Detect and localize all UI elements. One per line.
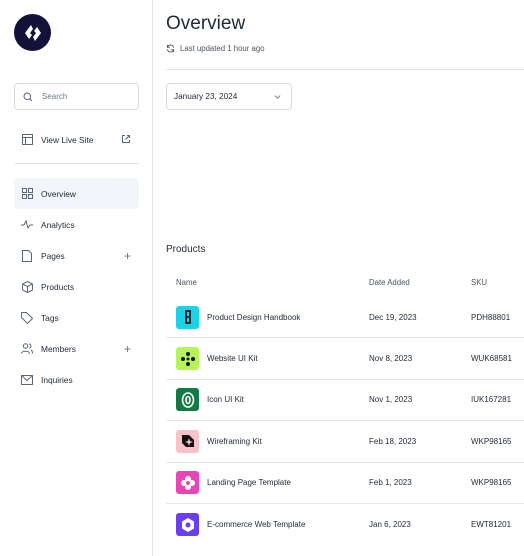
sidebar-item-label: Products (41, 281, 75, 292)
product-date-added: Jan 6, 2023 (369, 520, 411, 530)
sidebar-item-members[interactable]: Members + (14, 333, 139, 364)
table-row[interactable]: Landing Page Template Feb 1, 2023 WKP981… (166, 463, 524, 504)
view-live-site-link[interactable]: View Live Site (14, 124, 139, 155)
product-name: Product Design Handbook (207, 312, 301, 322)
file-icon (21, 249, 33, 262)
product-sku: IUK167281 (471, 395, 512, 405)
product-date-added: Dec 19, 2023 (369, 312, 417, 322)
product-name: Icon UI Kit (207, 395, 244, 405)
users-icon (21, 343, 33, 355)
sidebar-item-label: Pages (41, 250, 65, 261)
view-live-site-label: View Live Site (41, 134, 94, 145)
page-title: Overview (166, 13, 246, 34)
tag-icon (21, 311, 33, 324)
last-updated-text: Last updated 1 hour ago (180, 44, 265, 53)
table-row[interactable]: Icon UI Kit Nov 1, 2023 IUK167281 (166, 380, 524, 422)
external-link-icon[interactable] (121, 134, 131, 146)
products-title: Products (166, 244, 206, 255)
box-icon (21, 280, 33, 293)
product-name: E-commerce Web Template (207, 520, 306, 530)
sidebar-item-tags[interactable]: Tags (14, 302, 139, 333)
table-row[interactable]: Wireframing Kit Feb 18, 2023 WKP98165 (166, 421, 524, 463)
product-thumbnail-icon (176, 347, 199, 371)
search-placeholder: Search (42, 92, 68, 101)
sidebar-item-inquiries[interactable]: Inquiries (14, 364, 139, 395)
sidebar-item-label: Members (41, 343, 76, 354)
chevron-down-icon (274, 95, 281, 99)
sidebar-item-pages[interactable]: Pages + (14, 240, 139, 271)
add-members-plus-icon[interactable]: + (124, 342, 131, 356)
column-header-name[interactable]: Name (176, 278, 197, 287)
search-icon (23, 92, 33, 101)
product-thumbnail-icon (176, 513, 199, 537)
table-row[interactable]: Website UI Kit Nov 8, 2023 WUK68581 (166, 338, 524, 380)
product-date-added: Feb 18, 2023 (369, 436, 417, 446)
product-sku: WKP98165 (471, 436, 512, 446)
product-sku: EWT81201 (471, 520, 512, 530)
layout-icon (21, 134, 33, 146)
product-name: Wireframing Kit (207, 436, 262, 446)
refresh-icon (166, 44, 175, 53)
date-select[interactable]: January 23, 2024 (166, 83, 292, 110)
logo[interactable] (14, 14, 51, 51)
sidebar-item-overview[interactable]: Overview (14, 178, 139, 209)
grid-icon (21, 188, 33, 200)
product-sku: PDH88801 (471, 312, 511, 322)
product-sku: WUK68581 (471, 354, 512, 364)
product-thumbnail-icon (176, 305, 199, 329)
column-header-sku[interactable]: SKU (471, 278, 487, 287)
table-row[interactable]: Product Design Handbook Dec 19, 2023 PDH… (166, 297, 524, 339)
product-thumbnail-icon (176, 429, 199, 453)
add-pages-plus-icon[interactable]: + (124, 249, 131, 263)
product-date-added: Nov 1, 2023 (369, 395, 413, 405)
product-date-added: Nov 8, 2023 (369, 354, 413, 364)
product-sku: WKP98165 (471, 478, 512, 488)
product-thumbnail-icon (176, 388, 199, 412)
product-thumbnail-icon (176, 471, 199, 495)
sidebar-item-label: Tags (41, 312, 59, 323)
product-date-added: Feb 1, 2023 (369, 478, 412, 488)
last-updated: Last updated 1 hour ago (166, 44, 265, 53)
sidebar-item-label: Inquiries (41, 374, 73, 385)
table-row[interactable]: E-commerce Web Template Jan 6, 2023 EWT8… (166, 504, 524, 545)
logo-icon (24, 24, 41, 41)
column-header-date-added[interactable]: Date Added (369, 278, 410, 287)
mail-icon (21, 374, 33, 386)
sidebar-item-products[interactable]: Products (14, 271, 139, 302)
sidebar-item-label: Overview (41, 188, 76, 199)
activity-icon (21, 219, 33, 231)
search-input[interactable]: Search (14, 83, 139, 110)
sidebar-item-label: Analytics (41, 219, 75, 230)
header-divider (166, 69, 524, 70)
sidebar: Search View Live Site Overview Analytics… (0, 0, 153, 556)
sidebar-item-analytics[interactable]: Analytics (14, 209, 139, 240)
sidebar-divider (14, 163, 139, 164)
product-name: Website UI Kit (207, 354, 258, 364)
product-name: Landing Page Template (207, 478, 291, 488)
date-select-value: January 23, 2024 (174, 92, 238, 101)
